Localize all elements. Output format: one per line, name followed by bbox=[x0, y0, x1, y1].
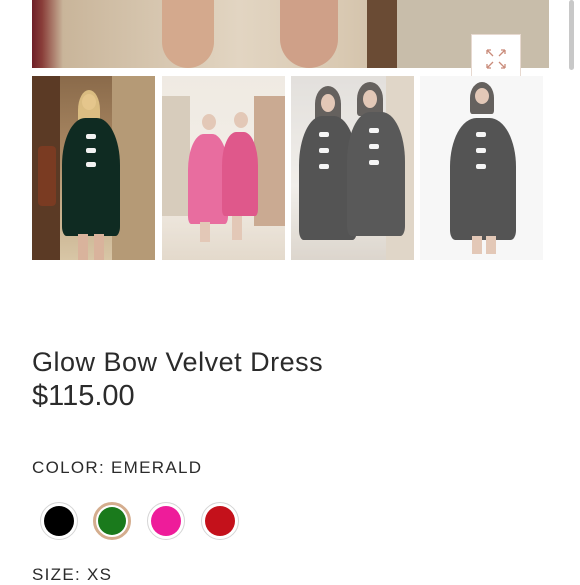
thumbnail-black-dress-studio[interactable] bbox=[420, 76, 543, 260]
size-label: SIZE: XS bbox=[32, 565, 113, 584]
swatch-emerald-dot bbox=[98, 507, 126, 535]
page-scrollbar[interactable] bbox=[569, 0, 574, 70]
model-leg bbox=[162, 0, 214, 68]
model-leg bbox=[280, 0, 338, 68]
swatch-black[interactable] bbox=[40, 502, 78, 540]
thumbnail-pink-red-dresses[interactable] bbox=[162, 76, 285, 260]
swatch-pink[interactable] bbox=[147, 502, 185, 540]
swatch-red[interactable] bbox=[201, 502, 239, 540]
thumbnail-two-black-dresses[interactable] bbox=[291, 76, 414, 260]
product-price: $115.00 bbox=[32, 380, 135, 412]
swatch-black-dot bbox=[44, 506, 74, 536]
swatch-red-dot bbox=[205, 506, 235, 536]
swatch-pink-dot bbox=[151, 506, 181, 536]
expand-arrows-icon bbox=[486, 49, 506, 69]
thumbnail-emerald-dress[interactable] bbox=[32, 76, 155, 260]
door-background bbox=[367, 0, 397, 68]
color-label: COLOR: EMERALD bbox=[32, 458, 203, 477]
swatch-emerald[interactable] bbox=[93, 502, 131, 540]
product-title: Glow Bow Velvet Dress bbox=[32, 347, 324, 378]
